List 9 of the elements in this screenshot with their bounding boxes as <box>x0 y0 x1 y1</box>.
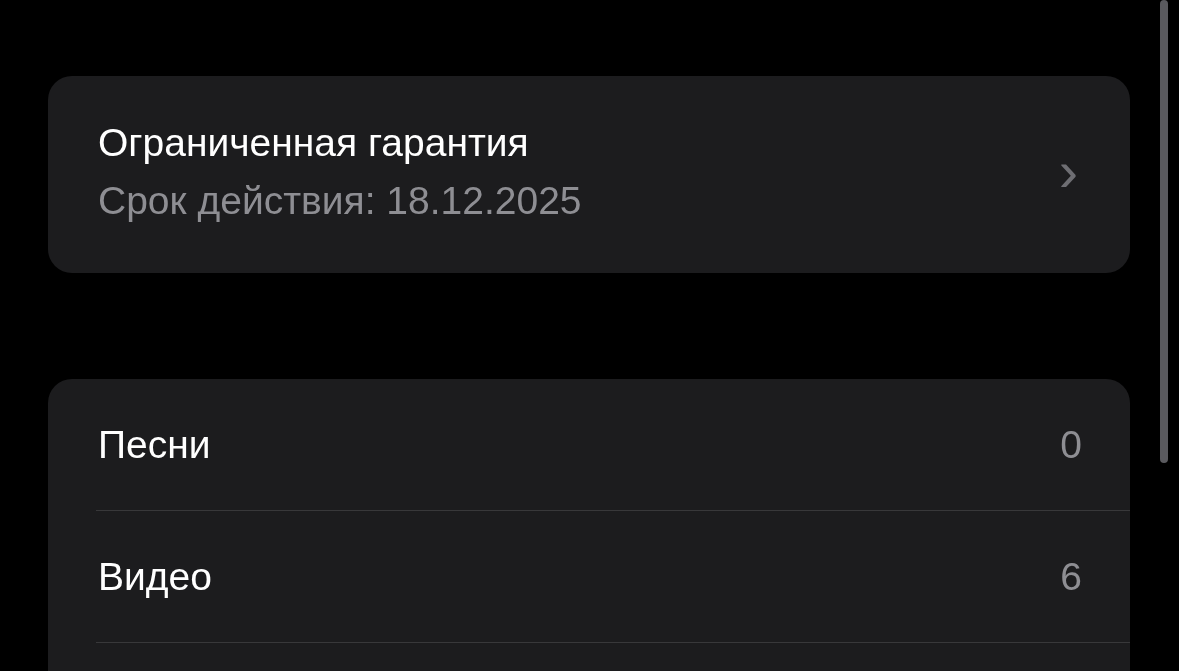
row-label: Видео <box>98 554 212 599</box>
warranty-card[interactable]: Ограниченная гарантия Срок действия: 18.12.2025 › <box>48 76 1130 273</box>
row-label: Песни <box>98 422 211 467</box>
warranty-title: Ограниченная гарантия <box>98 120 530 165</box>
row-count: 6 <box>1060 554 1082 599</box>
chevron-icon: › <box>1058 141 1078 200</box>
row-count: 0 <box>1060 422 1082 467</box>
scroll-bar[interactable] <box>1160 0 1168 463</box>
warranty-expiry: Срок действия: 18.12.2025 <box>98 178 583 223</box>
